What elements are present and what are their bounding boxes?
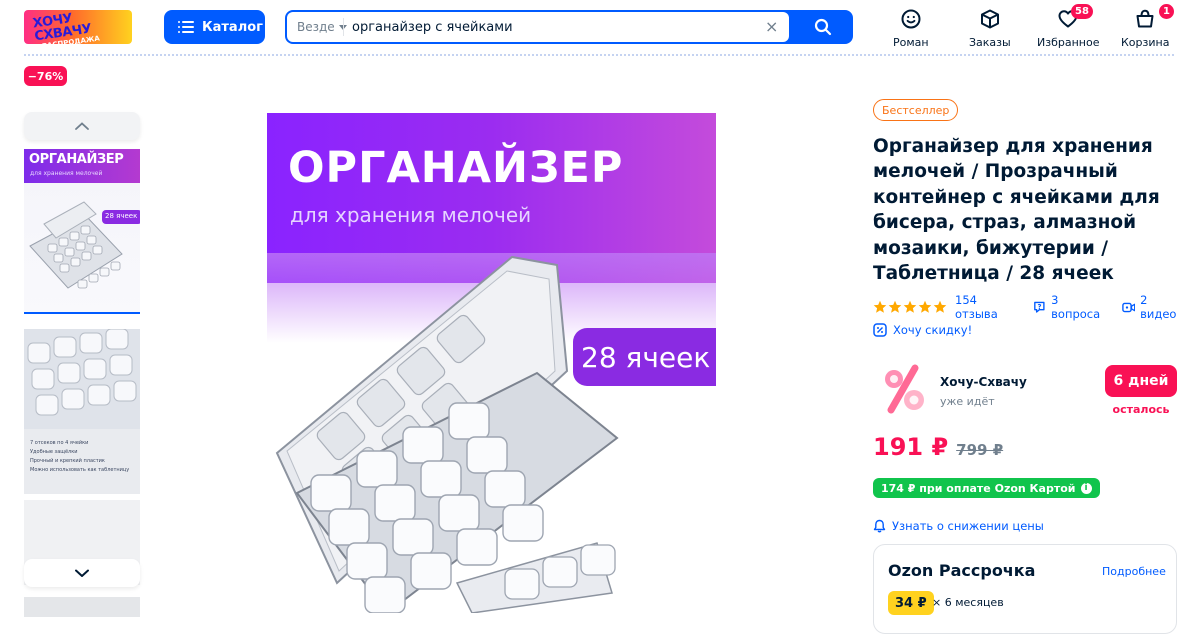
search-divider (343, 18, 344, 36)
installment-more-link[interactable]: Подробнее (1102, 565, 1166, 578)
feature-2: Удобные защёлки (30, 449, 78, 455)
search-scope-dropdown[interactable]: Везде (297, 12, 347, 42)
installment-amount: 34 ₽ (888, 591, 934, 615)
feature-3: Прочный и крепкий пластик (30, 458, 105, 464)
installment-title: Ozon Рассрочка (888, 561, 1036, 580)
thumb-badge: 28 ячеек (105, 212, 138, 220)
site-logo[interactable]: ХОЧУ СХВАЧУ РАСПРОДАЖА (24, 10, 132, 44)
discount-badge: −76% (24, 66, 67, 86)
image-subtitle: для хранения мелочей (290, 203, 532, 227)
thumbs-up-button[interactable] (24, 112, 140, 140)
installment-card[interactable]: Ozon Рассрочка Подробнее 34 ₽ × 6 месяце… (873, 544, 1177, 634)
want-discount-link[interactable]: Хочу скидку! (873, 321, 972, 339)
search-button[interactable] (793, 10, 853, 44)
percent-promo-icon (885, 364, 924, 414)
image-count-badge-label: 28 ячеек (581, 340, 711, 374)
questions-link[interactable]: 3 вопроса (1033, 293, 1105, 321)
thumbnail-4[interactable] (24, 597, 140, 617)
current-price: 191 ₽ (873, 433, 949, 461)
feature-4: Можно использовать как таблетницу (30, 467, 130, 473)
question-bubble-icon (1034, 301, 1045, 313)
thumbs-down-button[interactable] (24, 559, 140, 587)
main-product-image[interactable]: ОРГАНАЙЗЕР для хранения мелочей 28 ячеек (267, 113, 716, 613)
reviews-link[interactable]: 154 отзыва (955, 293, 1017, 321)
ozon-card-price-label: 174 ₽ при оплате Ozon Картой (881, 481, 1076, 495)
search-box: Везде × (287, 12, 789, 42)
catalog-label: Каталог (202, 19, 263, 35)
video-icon (1121, 302, 1135, 312)
thumbnail-1[interactable]: ОРГАНАЙЗЕР для хранения мелочей 28 ячеек (24, 149, 140, 314)
questions-label: 3 вопроса (1051, 293, 1101, 321)
star-icon (888, 300, 902, 313)
thumbnail-gallery: ОРГАНАЙЗЕР для хранения мелочей 28 ячеек (24, 112, 140, 617)
old-price: 799 ₽ (956, 441, 1004, 459)
image-title: ОРГАНАЙЗЕР (288, 143, 624, 193)
product-info: Бестселлер Органайзер для хранения мелоч… (873, 0, 1183, 634)
bell-icon (873, 519, 886, 533)
rating-stars[interactable] (873, 300, 947, 314)
thumb-subtitle: для хранения мелочей (30, 170, 103, 177)
ozon-card-price-badge[interactable]: 174 ₽ при оплате Ozon Картой i (873, 478, 1100, 498)
product-meta: 154 отзыва 3 вопроса 2 видео (873, 293, 1183, 321)
installment-months: × 6 месяцев (932, 596, 1004, 609)
want-discount-label: Хочу скидку! (893, 323, 973, 337)
price-block: 191 ₽ 799 ₽ (873, 433, 1003, 463)
feature-1: 7 отсеков по 4 ячейки (30, 440, 89, 446)
menu-icon (178, 21, 194, 33)
thumb-features: 7 отсеков по 4 ячейки Удобные защёлки Пр… (30, 439, 138, 475)
search-bar: Везде × (285, 10, 853, 44)
bestseller-badge: Бестселлер (873, 99, 959, 121)
search-input[interactable] (352, 12, 752, 42)
chevron-up-icon (75, 122, 89, 130)
logo-text: ХОЧУ СХВАЧУ РАСПРОДАЖА (32, 10, 101, 44)
discount-tag-icon (873, 323, 887, 337)
search-icon (814, 18, 832, 36)
star-icon (918, 300, 932, 313)
thumbnail-selected-indicator (24, 312, 140, 314)
organizer-thumb-image (29, 201, 140, 289)
chevron-down-icon (75, 569, 89, 577)
star-icon (873, 300, 887, 313)
thumb-title: ОРГАНАЙЗЕР (29, 152, 124, 167)
promo-name: Хочу-Схвачу (940, 375, 1027, 389)
star-icon (933, 300, 947, 313)
promo-days-badge: 6 дней (1105, 365, 1177, 397)
search-scope-label: Везде (297, 20, 335, 34)
clear-search-icon[interactable]: × (765, 19, 779, 35)
catalog-button[interactable]: Каталог (164, 10, 265, 44)
product-title: Органайзер для хранения мелочей / Прозра… (873, 136, 1160, 285)
star-icon (903, 300, 917, 313)
thumbnail-2[interactable]: 7 отсеков по 4 ячейки Удобные защёлки Пр… (24, 329, 140, 494)
image-count-badge: 28 ячеек (573, 328, 716, 386)
price-drop-notify-label: Узнать о снижении цены (892, 519, 1044, 533)
organizer-closeup-image (24, 329, 140, 429)
price-drop-notify-link[interactable]: Узнать о снижении цены (873, 517, 1044, 535)
promo-banner[interactable]: Хочу-Схвачу уже идёт 6 дней осталось (873, 358, 1178, 422)
info-icon: i (1080, 482, 1092, 494)
videos-label: 2 видео (1140, 293, 1177, 321)
videos-link[interactable]: 2 видео (1121, 293, 1183, 321)
organizer-image (275, 255, 619, 613)
promo-status: уже идёт (940, 395, 995, 408)
promo-remaining-label: осталось (1112, 403, 1170, 416)
